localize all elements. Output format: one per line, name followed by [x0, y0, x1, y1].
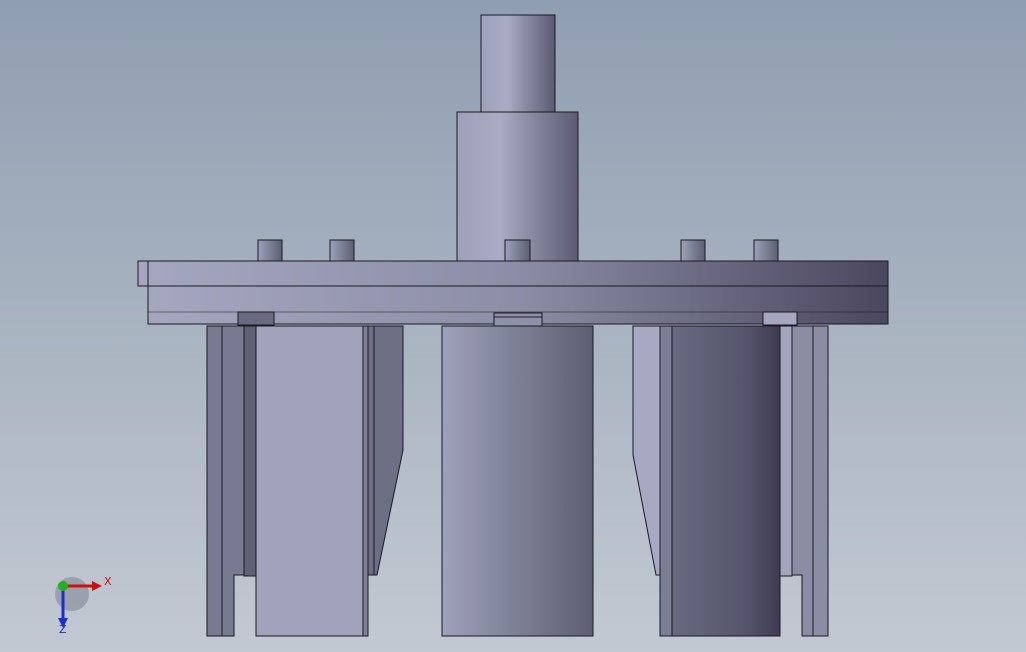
left-jaw-outer [206, 325, 245, 637]
block-left [237, 311, 275, 326]
right-cylinder-edge [659, 325, 673, 637]
axis-triad: X Z [50, 572, 120, 642]
block-center [493, 312, 543, 328]
cad-model-front-view[interactable] [0, 0, 1026, 652]
right-jaw-inner [779, 325, 793, 577]
block-right [762, 311, 798, 326]
right-jaw-outer [791, 325, 829, 637]
pin-5 [753, 239, 779, 262]
pin-3 [504, 239, 531, 262]
cad-graphics-area[interactable]: X Z [0, 0, 1026, 652]
top-plate [137, 260, 889, 287]
left-jaw-inner [243, 325, 257, 577]
left-cylinder-edge [362, 325, 369, 637]
upper-shaft [480, 14, 556, 113]
right-wedge [632, 325, 661, 576]
z-axis-label: Z [59, 623, 67, 636]
hub [456, 111, 579, 262]
center-cylinder [441, 325, 594, 637]
pin-2 [329, 239, 355, 262]
x-axis-label: X [104, 575, 112, 588]
pin-1 [257, 239, 283, 262]
left-wedge [367, 325, 404, 576]
right-cylinder [671, 325, 781, 637]
left-cylinder [255, 325, 364, 637]
pin-4 [680, 239, 706, 262]
